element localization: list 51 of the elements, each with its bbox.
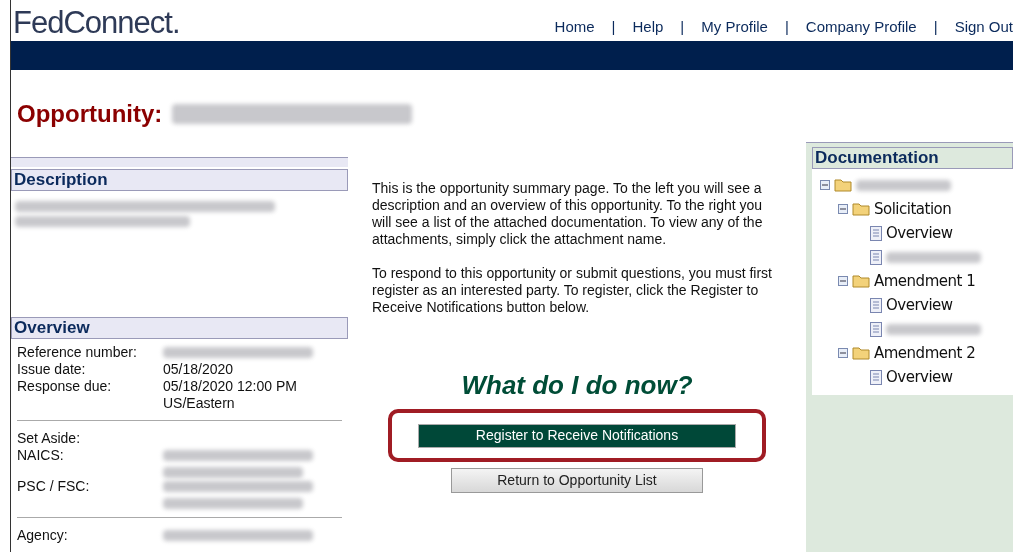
field-label: Agency: [17,527,69,544]
folder-icon [852,346,870,360]
document-link[interactable]: Overview [886,293,953,317]
folder-icon [834,178,852,192]
logo: FedConnect. [13,7,180,38]
minus-icon [840,278,846,284]
section-header: Overview [11,317,348,339]
collapse-toggle[interactable] [838,204,848,214]
nav-link[interactable]: Help [632,15,664,38]
instruction-text: To respond to this opportunity or submit questions, you must first register as an interested party. To register, click the Register to Receive Notifications button below. [372,265,773,316]
collapse-toggle[interactable] [820,180,830,190]
field-label: Response due: [17,378,113,396]
folder-icon [852,274,870,288]
nav-link[interactable]: Home [554,15,595,38]
nav-link[interactable]: My Profile [701,15,768,38]
field-label: Set Aside: [17,430,82,447]
folder-label[interactable]: Amendment 1 [874,269,976,293]
minus-icon [840,206,846,212]
nav-separator: | [610,16,617,37]
field-label: Reference number: [17,344,138,361]
register-button[interactable]: Register to Receive Notifications [418,423,736,448]
nav-separator: | [679,16,686,37]
field-label: PSC / FSC: [17,478,91,496]
document-icon [870,369,882,385]
document-icon [870,321,882,337]
prompt-heading: What do I do now? [461,369,693,402]
document-icon [870,249,882,265]
minus-icon [840,350,846,356]
folder-icon [852,202,870,216]
page-title: Opportunity: [17,99,163,129]
return-button[interactable]: Return to Opportunity List [451,467,703,493]
collapse-toggle[interactable] [838,348,848,358]
folder-label[interactable]: Amendment 2 [874,341,976,365]
collapse-toggle[interactable] [838,276,848,286]
field-label: Issue date: [17,361,87,378]
document-link[interactable]: Overview [886,221,953,245]
folder-label[interactable]: Solicitation [874,197,952,221]
document-icon [870,297,882,313]
field-value: 05/18/2020 [163,361,235,378]
nav-link[interactable]: Sign Out [954,15,1013,38]
document-icon [870,225,882,241]
nav-separator: | [783,16,790,37]
nav-link[interactable]: Company Profile [805,15,917,38]
nav-separator: | [932,16,939,37]
field-value: 05/18/2020 12:00 PM US/Eastern [163,378,298,412]
field-label: NAICS: [17,447,65,465]
section-header: Description [11,169,348,191]
minus-icon [822,182,828,188]
instruction-text: This is the opportunity summary page. To the left you will see a description and an overview of this opportunity. To the right you will see a list of the attached documentation. To view any of the attachments, simply click the attachment name. [372,180,764,248]
document-link[interactable]: Overview [886,365,953,389]
section-header: Documentation [812,147,1013,169]
